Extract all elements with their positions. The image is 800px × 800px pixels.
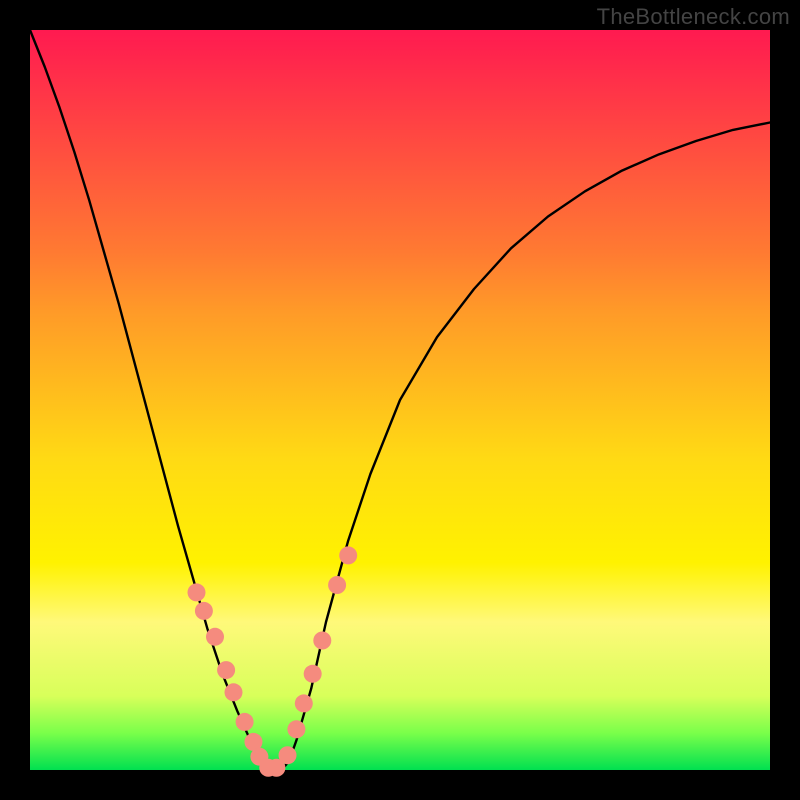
marker-dot [279,746,297,764]
watermark-text: TheBottleneck.com [597,4,790,30]
marker-dot [304,665,322,683]
markers-group [188,546,358,776]
marker-dot [188,583,206,601]
marker-dot [295,694,313,712]
marker-dot [217,661,235,679]
marker-dot [339,546,357,564]
chart-svg [30,30,770,770]
curve-path [30,30,770,770]
plot-area [30,30,770,770]
marker-dot [313,632,331,650]
marker-dot [328,576,346,594]
marker-dot [206,628,224,646]
chart-frame: TheBottleneck.com [0,0,800,800]
marker-dot [195,602,213,620]
marker-dot [236,713,254,731]
marker-dot [287,720,305,738]
marker-dot [225,683,243,701]
